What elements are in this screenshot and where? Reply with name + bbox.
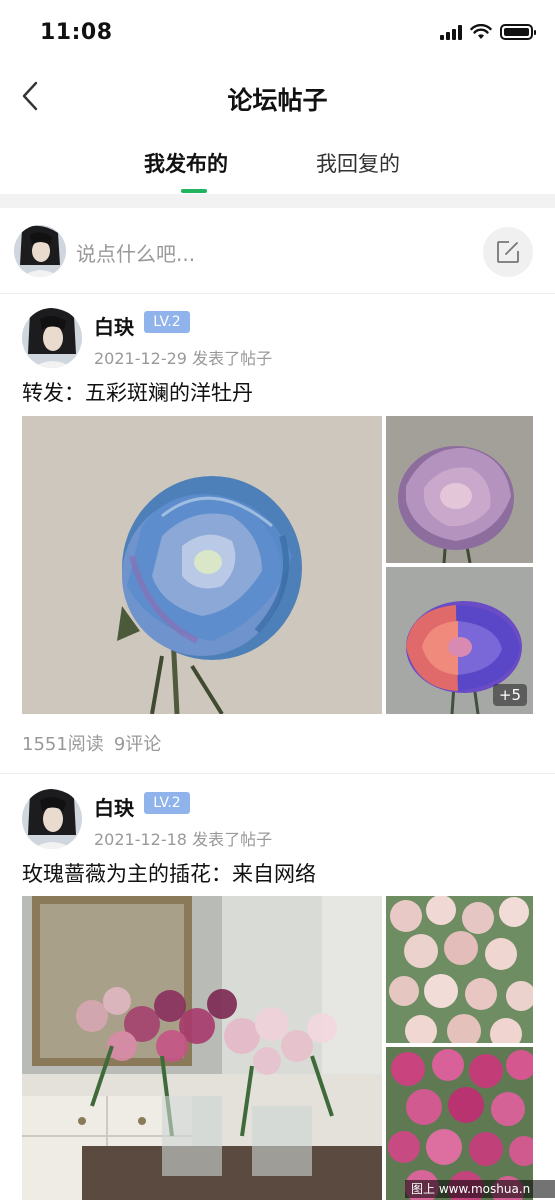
post-title[interactable]: 玫瑰蔷薇为主的插花：来自网络 <box>22 858 316 888</box>
nav-bar: 论坛帖子 <box>0 62 555 132</box>
level-badge: LV.2 <box>144 792 190 814</box>
post-image-main[interactable] <box>22 896 382 1200</box>
active-tab-indicator <box>181 189 207 193</box>
signal-icon <box>440 24 462 40</box>
forum-posts-page: 11:08 论坛帖子 我发布的 我回复的 说点什么吧... 白玦 LV.2 20… <box>0 0 555 1200</box>
avatar[interactable] <box>22 308 82 368</box>
post-image-thumb[interactable] <box>386 1047 533 1200</box>
tab-my-posts[interactable]: 我发布的 <box>144 148 228 178</box>
status-bar: 11:08 <box>0 0 555 62</box>
post-card[interactable]: 白玦 LV.2 2021-12-29 发表了帖子 转发：五彩斑斓的洋牡丹 +5 … <box>0 294 555 774</box>
post-image-thumb[interactable] <box>386 416 533 563</box>
post-card[interactable]: 白玦 LV.2 2021-12-18 发表了帖子 玫瑰蔷薇为主的插花：来自网络 <box>0 775 555 1200</box>
avatar[interactable] <box>22 789 82 849</box>
edit-icon <box>497 241 519 263</box>
author-name[interactable]: 白玦 <box>94 792 134 821</box>
post-title[interactable]: 转发：五彩斑斓的洋牡丹 <box>22 377 253 407</box>
post-date: 2021-12-29 发表了帖子 <box>94 349 273 368</box>
read-count: 1551阅读 <box>22 734 104 755</box>
comment-count[interactable]: 9评论 <box>114 734 161 755</box>
post-image-thumb[interactable]: +5 <box>386 567 533 714</box>
post-image-thumb[interactable] <box>386 896 533 1043</box>
tab-my-replies[interactable]: 我回复的 <box>316 148 400 178</box>
compose-button[interactable] <box>483 227 533 277</box>
status-icons <box>440 24 536 40</box>
status-time: 11:08 <box>40 20 113 45</box>
page-title: 论坛帖子 <box>227 86 328 115</box>
watermark: 图上 www.moshua.n <box>405 1180 555 1198</box>
composer-placeholder[interactable]: 说点什么吧... <box>76 238 195 267</box>
section-divider <box>0 194 555 208</box>
wifi-icon <box>470 24 492 39</box>
avatar <box>14 225 66 277</box>
post-date: 2021-12-18 发表了帖子 <box>94 830 273 849</box>
post-image-main[interactable] <box>22 416 382 714</box>
more-images-badge: +5 <box>492 684 527 706</box>
post-composer[interactable]: 说点什么吧... <box>0 208 555 294</box>
post-stats: 1551阅读 9评论 <box>22 730 161 756</box>
level-badge: LV.2 <box>144 311 190 333</box>
author-name[interactable]: 白玦 <box>94 311 134 340</box>
tab-bar: 我发布的 我回复的 <box>0 132 555 194</box>
battery-icon <box>500 24 536 40</box>
